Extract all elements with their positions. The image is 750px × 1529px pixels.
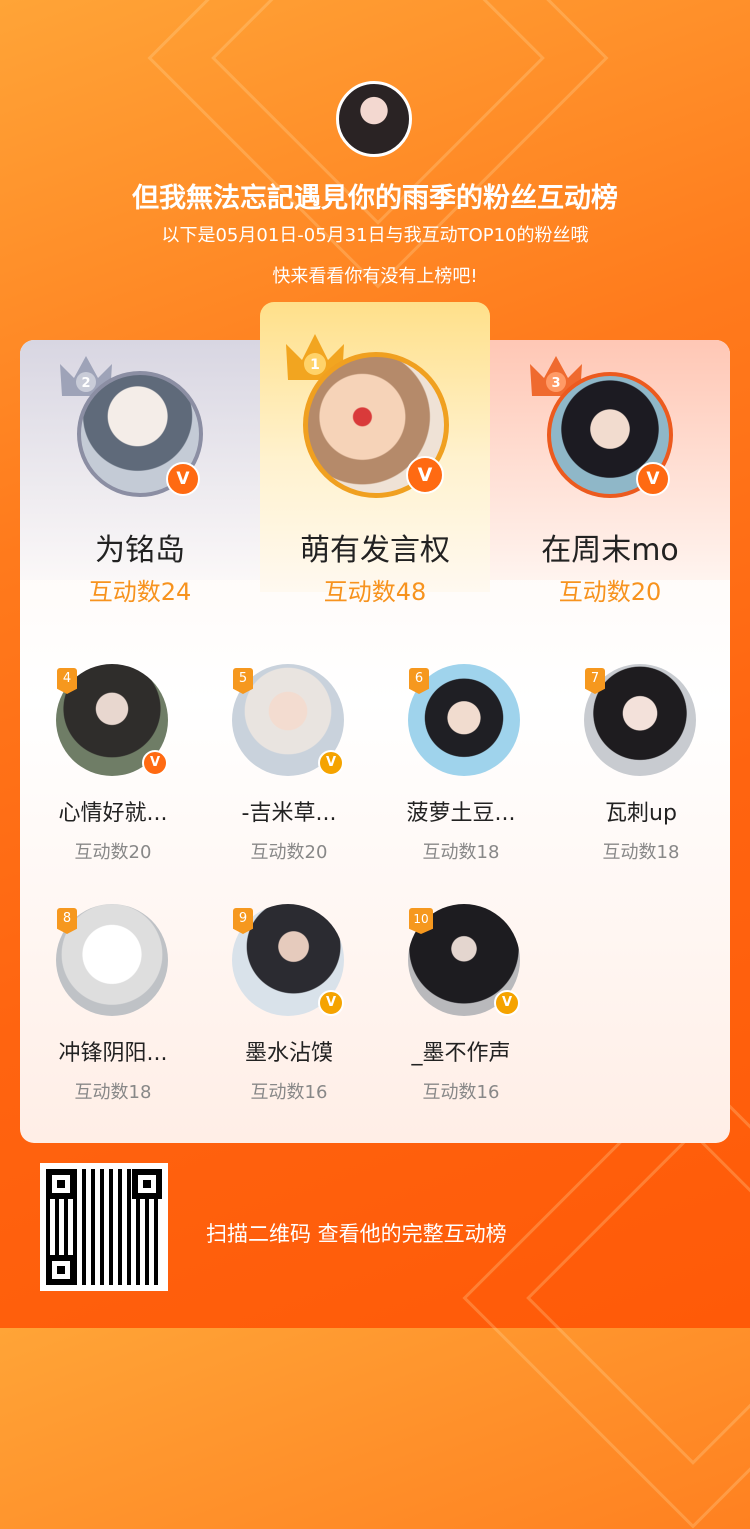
qr-finder bbox=[46, 1169, 76, 1199]
fan-count-rank5: 互动数20 bbox=[250, 842, 328, 863]
qr-pattern bbox=[46, 1169, 162, 1285]
owner-avatar[interactable] bbox=[336, 81, 412, 157]
rank1-name[interactable]: 萌有发言权 bbox=[260, 525, 490, 569]
rank3-name[interactable]: 在周末mo bbox=[490, 525, 730, 569]
fan-count-rank4: 互动数20 bbox=[74, 842, 152, 863]
verified-badge-icon: V bbox=[318, 750, 344, 776]
rank2-count: 互动数24 bbox=[88, 578, 192, 606]
verified-badge-icon: V bbox=[406, 456, 444, 494]
crown-rank-3: 3 bbox=[551, 376, 560, 391]
verified-badge-icon: V bbox=[166, 462, 200, 496]
rank2-name[interactable]: 为铭岛 bbox=[20, 525, 260, 569]
fan-count-rank9: 互动数16 bbox=[250, 1082, 328, 1103]
fan-name-rank4[interactable]: 心情好就... bbox=[28, 795, 198, 827]
rank3-count: 互动数20 bbox=[558, 578, 662, 606]
verified-badge-icon: V bbox=[318, 990, 344, 1016]
fan-count-rank6: 互动数18 bbox=[422, 842, 500, 863]
rank-tag-4: 4 bbox=[57, 668, 77, 694]
fan-name-rank9[interactable]: 墨水沾馍 bbox=[204, 1035, 374, 1067]
rank-tag-7: 7 bbox=[585, 668, 605, 694]
fan-name-rank5[interactable]: -吉米草... bbox=[204, 795, 374, 827]
fan-name-rank10[interactable]: _墨不作声 bbox=[376, 1035, 546, 1067]
qr-finder bbox=[46, 1255, 76, 1285]
rank-tag-8: 8 bbox=[57, 908, 77, 934]
verified-badge-icon: V bbox=[494, 990, 520, 1016]
qr-code[interactable] bbox=[40, 1163, 168, 1291]
page-title: 但我無法忘記遇見你的雨季的粉丝互动榜 bbox=[132, 183, 618, 214]
page-subtitle: 以下是05月01日-05月31日与我互动TOP10的粉丝哦 bbox=[161, 225, 589, 246]
rank-tag-5: 5 bbox=[233, 668, 253, 694]
fan-name-rank7[interactable]: 瓦刺up bbox=[556, 795, 726, 827]
fan-name-rank8[interactable]: 冲锋阴阳... bbox=[28, 1035, 198, 1067]
verified-badge-icon: V bbox=[636, 462, 670, 496]
fan-count-rank7: 互动数18 bbox=[602, 842, 680, 863]
verified-badge-icon: V bbox=[142, 750, 168, 776]
crown-rank-2: 2 bbox=[81, 376, 90, 391]
rank-tag-10: 10 bbox=[409, 908, 433, 934]
crown-rank-1: 1 bbox=[310, 357, 320, 373]
rank-tag-6: 6 bbox=[409, 668, 429, 694]
scan-qr-text: 扫描二维码 查看他的完整互动榜 bbox=[206, 1222, 507, 1246]
rank-tag-9: 9 bbox=[233, 908, 253, 934]
fan-count-rank8: 互动数18 bbox=[74, 1082, 152, 1103]
page-subtitle-2: 快来看看你有没有上榜吧! bbox=[272, 266, 478, 287]
rank1-count: 互动数48 bbox=[323, 578, 427, 606]
fan-name-rank6[interactable]: 菠萝土豆... bbox=[376, 795, 546, 827]
qr-finder bbox=[132, 1169, 162, 1199]
fan-count-rank10: 互动数16 bbox=[422, 1082, 500, 1103]
